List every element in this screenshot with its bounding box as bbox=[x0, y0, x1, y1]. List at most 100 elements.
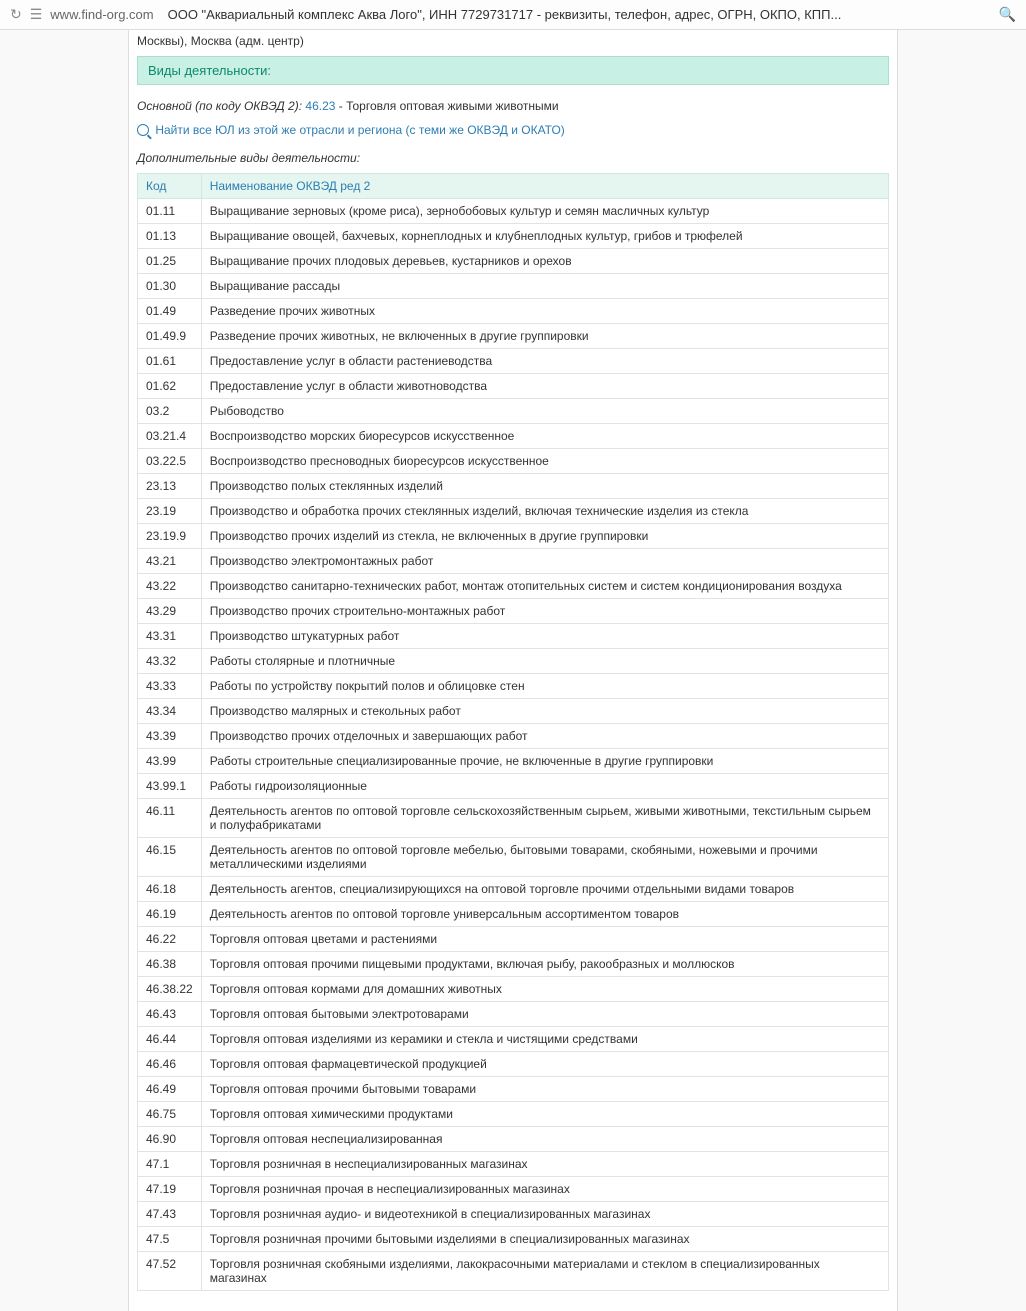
activities-header: Виды деятельности: bbox=[137, 56, 889, 85]
okved-name: Торговля розничная аудио- и видеотехнико… bbox=[201, 1202, 888, 1227]
table-row: 46.46Торговля оптовая фармацевтической п… bbox=[138, 1052, 889, 1077]
table-row: 46.49Торговля оптовая прочими бытовыми т… bbox=[138, 1077, 889, 1102]
okved-name: Выращивание зерновых (кроме риса), зерно… bbox=[201, 199, 888, 224]
page-wrapper: Москвы), Москва (адм. центр) Виды деятел… bbox=[0, 30, 1026, 1311]
table-row: 47.52Торговля розничная скобяными издели… bbox=[138, 1252, 889, 1291]
okved-name: Рыбоводство bbox=[201, 399, 888, 424]
table-row: 01.61Предоставление услуг в области раст… bbox=[138, 349, 889, 374]
table-row: 43.22Производство санитарно-технических … bbox=[138, 574, 889, 599]
okved-code: 01.25 bbox=[138, 249, 202, 274]
table-row: 03.22.5Воспроизводство пресноводных биор… bbox=[138, 449, 889, 474]
okved-name: Работы по устройству покрытий полов и об… bbox=[201, 674, 888, 699]
okved-name: Торговля розничная в неспециализированны… bbox=[201, 1152, 888, 1177]
table-row: 46.38Торговля оптовая прочими пищевыми п… bbox=[138, 952, 889, 977]
okved-name: Деятельность агентов по оптовой торговле… bbox=[201, 799, 888, 838]
okved-name: Производство полых стеклянных изделий bbox=[201, 474, 888, 499]
okved-name: Деятельность агентов по оптовой торговле… bbox=[201, 902, 888, 927]
table-row: 43.99.1Работы гидроизоляционные bbox=[138, 774, 889, 799]
page-title: ООО "Аквариальный комплекс Аква Лого", И… bbox=[168, 7, 991, 22]
okved-code: 43.22 bbox=[138, 574, 202, 599]
main-activity-line: Основной (по коду ОКВЭД 2): 46.23 - Торг… bbox=[137, 95, 889, 117]
table-row: 47.1Торговля розничная в неспециализиров… bbox=[138, 1152, 889, 1177]
table-row: 46.43Торговля оптовая бытовыми электрото… bbox=[138, 1002, 889, 1027]
okved-name: Производство прочих изделий из стекла, н… bbox=[201, 524, 888, 549]
reload-icon[interactable]: ↻ bbox=[10, 6, 22, 23]
okved-code: 46.49 bbox=[138, 1077, 202, 1102]
okved-code: 43.31 bbox=[138, 624, 202, 649]
main-activity-desc: - Торговля оптовая живыми животными bbox=[339, 99, 559, 113]
content-panel: Москвы), Москва (адм. центр) Виды деятел… bbox=[128, 30, 898, 1311]
table-row: 23.13Производство полых стеклянных издел… bbox=[138, 474, 889, 499]
table-row: 01.11Выращивание зерновых (кроме риса), … bbox=[138, 199, 889, 224]
okved-code: 47.52 bbox=[138, 1252, 202, 1291]
okved-code: 43.29 bbox=[138, 599, 202, 624]
okved-code: 46.38 bbox=[138, 952, 202, 977]
table-row: 23.19Производство и обработка прочих сте… bbox=[138, 499, 889, 524]
okved-name: Торговля розничная скобяными изделиями, … bbox=[201, 1252, 888, 1291]
okved-name: Работы столярные и плотничные bbox=[201, 649, 888, 674]
okved-name: Выращивание рассады bbox=[201, 274, 888, 299]
okved-name: Разведение прочих животных, не включенны… bbox=[201, 324, 888, 349]
okved-name: Деятельность агентов по оптовой торговле… bbox=[201, 838, 888, 877]
main-activity-label: Основной (по коду ОКВЭД 2): bbox=[137, 99, 302, 113]
okved-code: 03.22.5 bbox=[138, 449, 202, 474]
okved-code: 01.49 bbox=[138, 299, 202, 324]
table-head-name[interactable]: Наименование ОКВЭД ред 2 bbox=[201, 174, 888, 199]
table-row: 46.19Деятельность агентов по оптовой тор… bbox=[138, 902, 889, 927]
table-row: 46.38.22Торговля оптовая кормами для дом… bbox=[138, 977, 889, 1002]
okved-code: 03.21.4 bbox=[138, 424, 202, 449]
okved-table: Код Наименование ОКВЭД ред 2 01.11Выращи… bbox=[137, 173, 889, 1291]
extra-activities-label: Дополнительные виды деятельности: bbox=[137, 147, 889, 173]
okved-code: 01.11 bbox=[138, 199, 202, 224]
okved-code: 46.44 bbox=[138, 1027, 202, 1052]
table-row: 47.43Торговля розничная аудио- и видеоте… bbox=[138, 1202, 889, 1227]
okved-name: Выращивание овощей, бахчевых, корнеплодн… bbox=[201, 224, 888, 249]
table-row: 43.29Производство прочих строительно-мон… bbox=[138, 599, 889, 624]
okved-name: Торговля оптовая прочими бытовыми товара… bbox=[201, 1077, 888, 1102]
table-row: 47.19Торговля розничная прочая в неспеци… bbox=[138, 1177, 889, 1202]
okved-code: 46.19 bbox=[138, 902, 202, 927]
search-zoom-icon bbox=[137, 124, 149, 136]
okved-code: 43.39 bbox=[138, 724, 202, 749]
main-activity-code[interactable]: 46.23 bbox=[305, 99, 335, 113]
okved-name: Производство и обработка прочих стеклянн… bbox=[201, 499, 888, 524]
okved-name: Торговля оптовая изделиями из керамики и… bbox=[201, 1027, 888, 1052]
okved-name: Торговля розничная прочая в неспециализи… bbox=[201, 1177, 888, 1202]
okved-code: 43.33 bbox=[138, 674, 202, 699]
table-row: 43.99Работы строительные специализирован… bbox=[138, 749, 889, 774]
table-row: 03.2Рыбоводство bbox=[138, 399, 889, 424]
okved-name: Выращивание прочих плодовых деревьев, ку… bbox=[201, 249, 888, 274]
find-similar-link[interactable]: Найти все ЮЛ из этой же отрасли и регион… bbox=[155, 123, 564, 137]
okved-code: 23.13 bbox=[138, 474, 202, 499]
okved-name: Производство штукатурных работ bbox=[201, 624, 888, 649]
okved-name: Торговля оптовая бытовыми электротоварам… bbox=[201, 1002, 888, 1027]
okved-code: 01.62 bbox=[138, 374, 202, 399]
search-icon[interactable]: 🔍 bbox=[999, 6, 1016, 23]
okved-name: Производство малярных и стекольных работ bbox=[201, 699, 888, 724]
okved-code: 46.90 bbox=[138, 1127, 202, 1152]
table-row: 43.34Производство малярных и стекольных … bbox=[138, 699, 889, 724]
okved-name: Производство электромонтажных работ bbox=[201, 549, 888, 574]
okved-code: 23.19 bbox=[138, 499, 202, 524]
table-head-code[interactable]: Код bbox=[138, 174, 202, 199]
table-row: 01.25Выращивание прочих плодовых деревье… bbox=[138, 249, 889, 274]
okved-code: 23.19.9 bbox=[138, 524, 202, 549]
okved-code: 43.21 bbox=[138, 549, 202, 574]
okved-name: Работы гидроизоляционные bbox=[201, 774, 888, 799]
okved-code: 01.61 bbox=[138, 349, 202, 374]
table-row: 46.90Торговля оптовая неспециализированн… bbox=[138, 1127, 889, 1152]
region-line: Москвы), Москва (адм. центр) bbox=[137, 30, 889, 56]
url-text: www.find-org.com bbox=[50, 7, 153, 22]
okved-code: 43.34 bbox=[138, 699, 202, 724]
okved-name: Торговля розничная прочими бытовыми изде… bbox=[201, 1227, 888, 1252]
reader-icon[interactable]: ☰ bbox=[30, 6, 43, 23]
table-row: 01.30Выращивание рассады bbox=[138, 274, 889, 299]
okved-name: Торговля оптовая цветами и растениями bbox=[201, 927, 888, 952]
okved-code: 03.2 bbox=[138, 399, 202, 424]
okved-name: Разведение прочих животных bbox=[201, 299, 888, 324]
table-row: 23.19.9Производство прочих изделий из ст… bbox=[138, 524, 889, 549]
okved-code: 46.15 bbox=[138, 838, 202, 877]
okved-code: 43.99.1 bbox=[138, 774, 202, 799]
okved-code: 47.19 bbox=[138, 1177, 202, 1202]
okved-code: 46.43 bbox=[138, 1002, 202, 1027]
